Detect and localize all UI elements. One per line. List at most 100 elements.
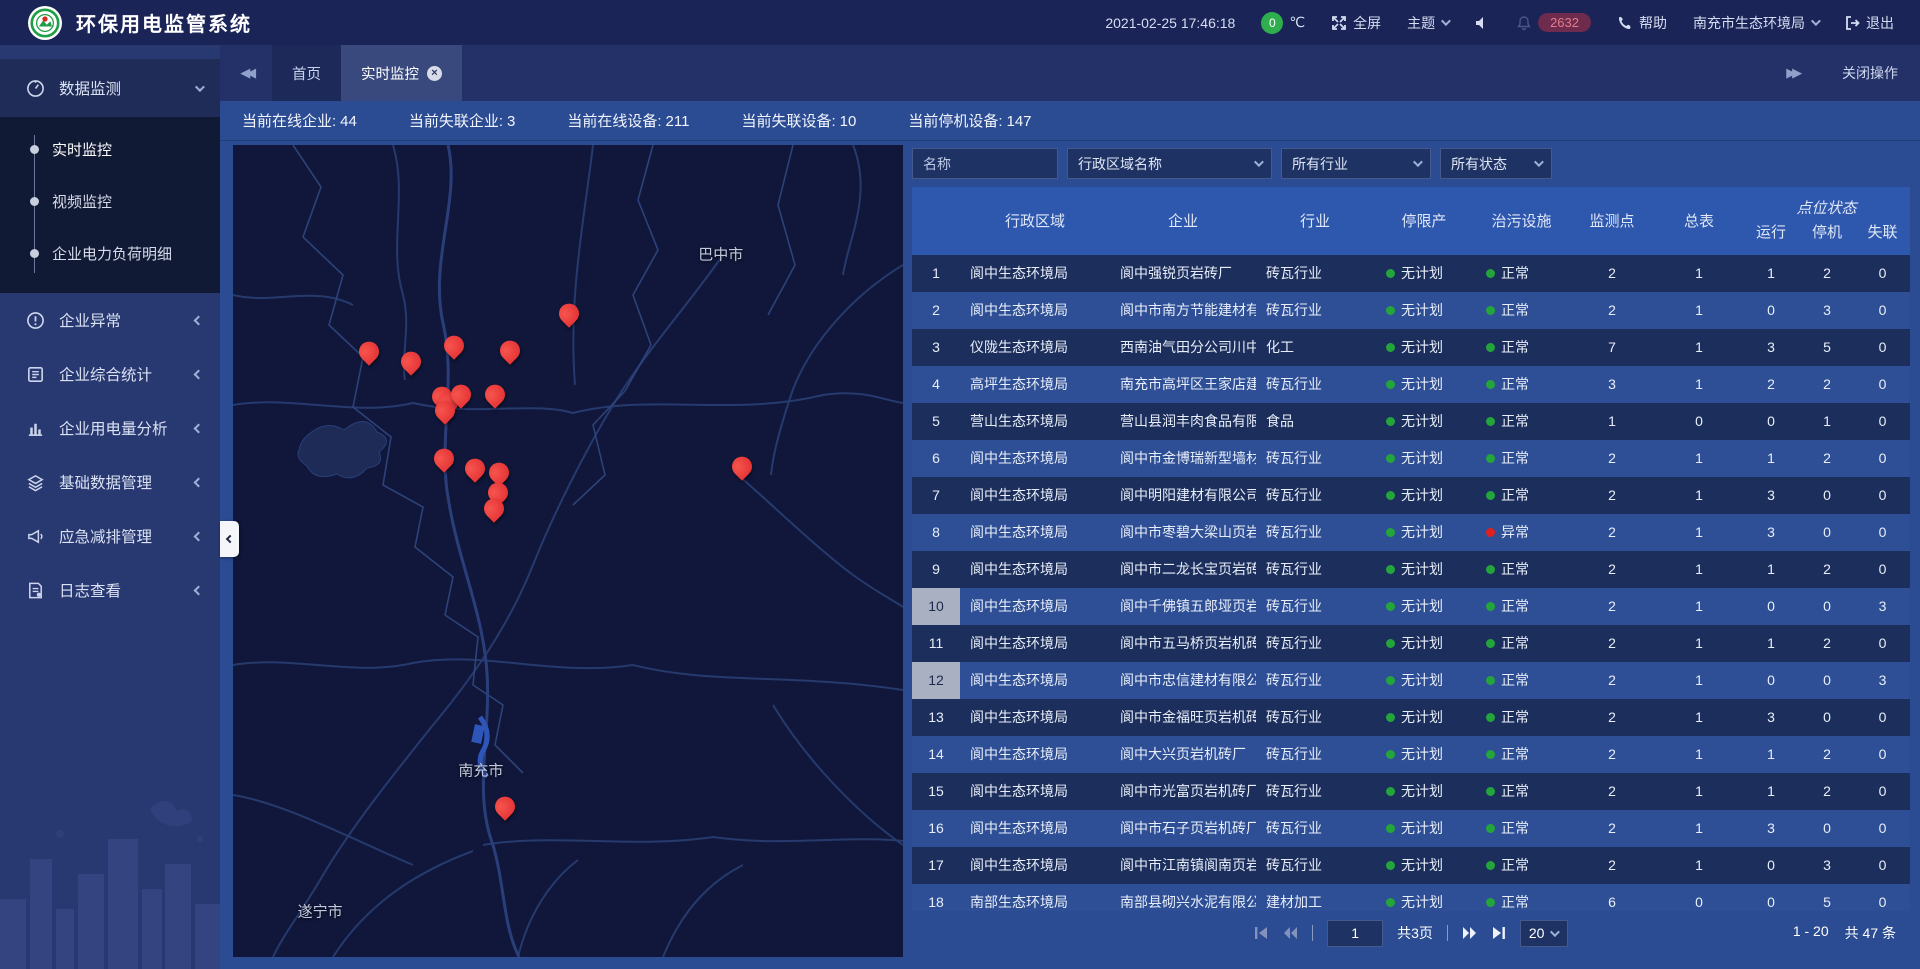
sidebar-item-emergency-reduction[interactable]: 应急减排管理 — [0, 509, 220, 563]
cell-run-count: 3 — [1743, 820, 1799, 836]
cell-meter-count: 1 — [1655, 783, 1743, 799]
cell-lost-count: 0 — [1855, 561, 1910, 577]
cell-lost-count: 3 — [1855, 672, 1910, 688]
table-row[interactable]: 18南部生态环境局南部县砌兴水泥有限公建材加工无计划正常60050 — [912, 884, 1910, 911]
sidebar-collapse-button[interactable] — [220, 521, 239, 557]
close-tab-icon[interactable]: × — [427, 66, 442, 81]
cell-monitor-count: 2 — [1569, 783, 1655, 799]
cell-stop-count: 1 — [1799, 413, 1855, 429]
cell-run-count: 0 — [1743, 413, 1799, 429]
org-menu[interactable]: 南充市生态环境局 — [1693, 13, 1818, 33]
page-number-input[interactable] — [1327, 920, 1383, 947]
table-row[interactable]: 3仪陇生态环境局西南油气田分公司川中化工无计划正常71350 — [912, 329, 1910, 366]
table-row[interactable]: 6阆中生态环境局阆中市金博瑞新型墙材砖瓦行业无计划正常21120 — [912, 440, 1910, 477]
cell-industry: 砖瓦行业 — [1256, 374, 1374, 394]
bar-chart-icon — [26, 419, 45, 438]
cell-region: 阆中生态环境局 — [960, 707, 1110, 727]
phone-icon — [1617, 15, 1633, 31]
cell-lost-count: 0 — [1855, 487, 1910, 503]
table-row[interactable]: 17阆中生态环境局阆中市江南镇阆南页岩砖瓦行业无计划正常21030 — [912, 847, 1910, 884]
table-row[interactable]: 4高坪生态环境局南充市高坪区王家店建砖瓦行业无计划正常31220 — [912, 366, 1910, 403]
cell-stop-count: 2 — [1799, 635, 1855, 651]
table-row[interactable]: 10阆中生态环境局阆中千佛镇五郎垭页岩砖瓦行业无计划正常21003 — [912, 588, 1910, 625]
table-body: 1阆中生态环境局阆中强锐页岩砖厂砖瓦行业无计划正常211202阆中生态环境局阆中… — [912, 255, 1910, 911]
first-page-button[interactable] — [1254, 926, 1269, 940]
tabs-scroll-right-button[interactable]: ▶▶ — [1766, 65, 1818, 81]
sound-button[interactable] — [1474, 15, 1490, 31]
cell-meter-count: 1 — [1655, 339, 1743, 355]
sidebar-item-realtime-monitor[interactable]: 实时监控 — [0, 123, 220, 175]
pagination-bar: 共3页 20 1 - 20 共 47 条 — [912, 913, 1910, 953]
table-panel: 行政区域名称 所有行业 所有状态 行政区域 企业 行业 停限产 治污设施 监测点… — [912, 145, 1910, 953]
alert-circle-icon — [26, 311, 45, 330]
help-button[interactable]: 帮助 — [1617, 13, 1667, 33]
status-dot-green-icon — [1486, 639, 1495, 648]
sidebar-item-company-abnormal[interactable]: 企业异常 — [0, 293, 220, 347]
tab-realtime-monitor[interactable]: 实时监控 × — [341, 45, 462, 101]
cell-lost-count: 0 — [1855, 524, 1910, 540]
tab-home[interactable]: 首页 — [272, 45, 341, 101]
cell-monitor-count: 2 — [1569, 635, 1655, 651]
cell-lost-count: 0 — [1855, 709, 1910, 725]
status-dot-green-icon — [1486, 713, 1495, 722]
status-dot-green-icon — [1386, 787, 1395, 796]
sidebar-item-video-monitor[interactable]: 视频监控 — [0, 175, 220, 227]
cell-index: 4 — [912, 366, 960, 403]
cell-stop-count: 0 — [1799, 598, 1855, 614]
sidebar-item-company-statistics[interactable]: 企业综合统计 — [0, 347, 220, 401]
table-row[interactable]: 5营山生态环境局营山县润丰肉食品有限食品无计划正常10010 — [912, 403, 1910, 440]
table-row[interactable]: 8阆中生态环境局阆中市枣碧大梁山页岩砖瓦行业无计划异常21300 — [912, 514, 1910, 551]
cell-industry: 砖瓦行业 — [1256, 818, 1374, 838]
cell-meter-count: 1 — [1655, 857, 1743, 873]
table-row[interactable]: 16阆中生态环境局阆中市石子页岩机砖厂砖瓦行业无计划正常21300 — [912, 810, 1910, 847]
sidebar-item-power-load-detail[interactable]: 企业电力负荷明细 — [0, 227, 220, 279]
page-size-select[interactable]: 20 — [1520, 920, 1568, 947]
cell-meter-count: 1 — [1655, 487, 1743, 503]
table-row[interactable]: 13阆中生态环境局阆中市金福旺页岩机砖砖瓦行业无计划正常21300 — [912, 699, 1910, 736]
table-row[interactable]: 14阆中生态环境局阆中大兴页岩机砖厂砖瓦行业无计划正常21120 — [912, 736, 1910, 773]
pager-separator — [1312, 925, 1313, 941]
cell-facility-status: 正常 — [1474, 337, 1569, 357]
prev-page-button[interactable] — [1283, 926, 1298, 940]
sidebar-item-base-data[interactable]: 基础数据管理 — [0, 455, 220, 509]
sidebar-item-log-view[interactable]: 日志查看 — [0, 563, 220, 617]
status-dot-green-icon — [1386, 269, 1395, 278]
status-dot-green-icon — [1486, 269, 1495, 278]
cell-region: 阆中生态环境局 — [960, 485, 1110, 505]
sidebar-item-data-monitor[interactable]: 数据监测 — [0, 59, 220, 117]
theme-button[interactable]: 主题 — [1407, 13, 1448, 33]
map-panel[interactable]: 巴中市南充市遂宁市 — [233, 145, 903, 957]
cell-region: 高坪生态环境局 — [960, 374, 1110, 394]
cell-company: 阆中市二龙长宝页岩砖 — [1110, 559, 1256, 579]
tabs-scroll-left-button[interactable]: ◀◀ — [220, 45, 272, 101]
close-operations-button[interactable]: 关闭操作 — [1842, 63, 1898, 83]
logout-button[interactable]: 退出 — [1844, 13, 1894, 33]
cell-industry: 食品 — [1256, 411, 1374, 431]
status-filter-select[interactable]: 所有状态 — [1440, 148, 1552, 179]
col-run: 运行 — [1743, 219, 1799, 242]
chevron-left-icon — [194, 531, 204, 541]
cell-index: 5 — [912, 403, 960, 440]
table-row[interactable]: 7阆中生态环境局阆中明阳建材有限公司砖瓦行业无计划正常21300 — [912, 477, 1910, 514]
cell-index: 10 — [912, 588, 960, 625]
status-dot-green-icon — [1386, 528, 1395, 537]
cell-monitor-count: 2 — [1569, 450, 1655, 466]
last-page-button[interactable] — [1491, 926, 1506, 940]
table-row[interactable]: 2阆中生态环境局阆中市南方节能建材有砖瓦行业无计划正常21030 — [912, 292, 1910, 329]
table-row[interactable]: 9阆中生态环境局阆中市二龙长宝页岩砖砖瓦行业无计划正常21120 — [912, 551, 1910, 588]
cell-run-count: 3 — [1743, 339, 1799, 355]
next-page-button[interactable] — [1462, 926, 1477, 940]
table-row[interactable]: 15阆中生态环境局阆中市光富页岩机砖厂砖瓦行业无计划正常21120 — [912, 773, 1910, 810]
region-filter-select[interactable]: 行政区域名称 — [1067, 148, 1272, 179]
notifications-button[interactable]: 2632 — [1516, 13, 1591, 32]
name-filter-input[interactable] — [912, 148, 1058, 179]
industry-filter-select[interactable]: 所有行业 — [1281, 148, 1431, 179]
temperature-unit: ℃ — [1289, 14, 1305, 31]
cell-index: 7 — [912, 477, 960, 514]
sidebar-item-power-analysis[interactable]: 企业用电量分析 — [0, 401, 220, 455]
table-row[interactable]: 12阆中生态环境局阆中市忠信建材有限公砖瓦行业无计划正常21003 — [912, 662, 1910, 699]
fullscreen-button[interactable]: 全屏 — [1331, 13, 1381, 33]
table-row[interactable]: 1阆中生态环境局阆中强锐页岩砖厂砖瓦行业无计划正常21120 — [912, 255, 1910, 292]
table-row[interactable]: 11阆中生态环境局阆中市五马桥页岩机砖砖瓦行业无计划正常21120 — [912, 625, 1910, 662]
cell-stop-count: 2 — [1799, 561, 1855, 577]
